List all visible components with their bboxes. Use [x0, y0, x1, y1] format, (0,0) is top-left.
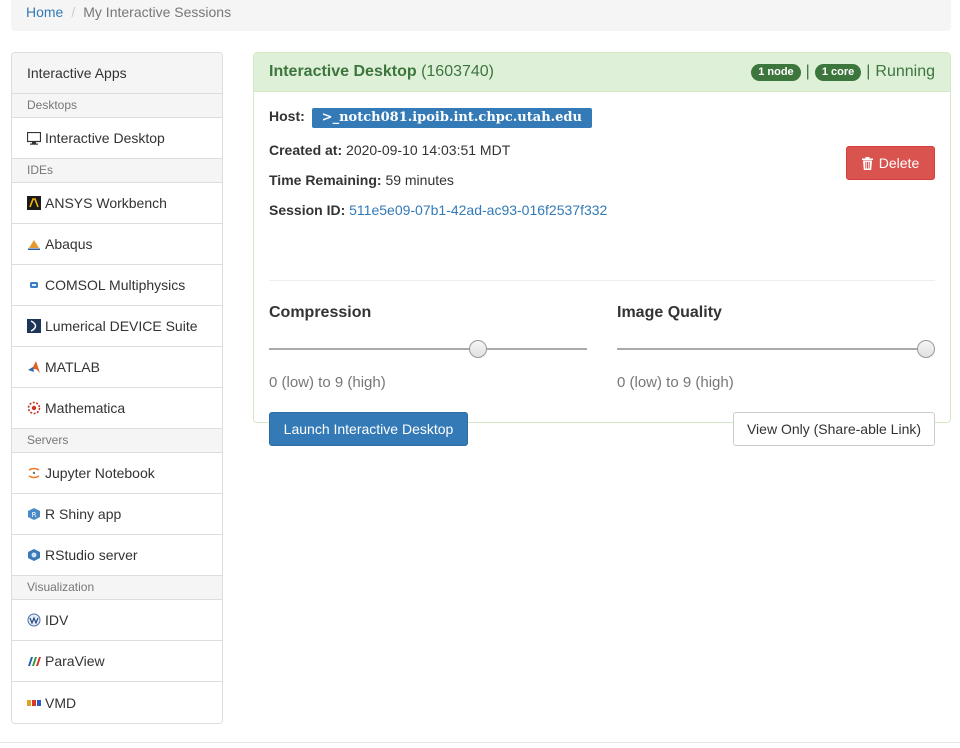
cores-badge: 1 core [814, 63, 862, 81]
compression-slider-handle[interactable] [469, 340, 487, 358]
sidebar-item-paraview[interactable]: ParaView [12, 641, 222, 682]
session-panel: Interactive Desktop (1603740) 1 node | 1… [253, 52, 951, 446]
ansys-icon [27, 196, 41, 210]
sidebar-item-label: RStudio server [45, 547, 138, 563]
created-label: Created at: [269, 142, 343, 158]
matlab-icon [27, 360, 41, 374]
time-remaining-label: Time Remaining: [269, 172, 382, 188]
mathematica-icon [27, 401, 41, 415]
status-separator: | [866, 63, 871, 80]
svg-text:R: R [32, 511, 37, 519]
interactive-apps-sidebar: Interactive Apps Desktops Interactive De… [11, 52, 223, 724]
sidebar-item-label: VMD [45, 694, 77, 711]
delete-button-label: Delete [878, 155, 920, 171]
created-value: 2020-09-10 14:03:51 MDT [346, 142, 511, 158]
sidebar-item-label: Abaqus [45, 236, 93, 252]
lumerical-icon [27, 319, 41, 333]
abaqus-icon [27, 237, 41, 251]
terminal-prompt-icon: >_ [321, 110, 340, 125]
host-value: notch081.ipoib.int.chpc.utah.edu [339, 110, 582, 125]
idv-icon [27, 613, 41, 627]
host-row: Host: >_notch081.ipoib.int.chpc.utah.edu [269, 108, 592, 128]
sidebar-item-mathematica[interactable]: Mathematica [12, 388, 222, 429]
sidebar-heading: Interactive Apps [12, 53, 222, 94]
created-row: Created at: 2020-09-10 14:03:51 MDT [269, 142, 510, 158]
session-app-name: Interactive Desktop [269, 63, 417, 80]
image-quality-slider-handle[interactable] [917, 340, 935, 358]
status-separator: | [805, 63, 810, 80]
sidebar-item-matlab[interactable]: MATLAB [12, 347, 222, 388]
sidebar-item-rstudio-server[interactable]: RStudio server [12, 535, 222, 576]
sidebar-item-label: R Shiny app [45, 506, 122, 522]
sidebar-category-desktops: Desktops [12, 94, 222, 118]
breadcrumb: Home / My Interactive Sessions [11, 0, 951, 31]
sidebar-item-label: Jupyter Notebook [45, 465, 155, 481]
session-id-link[interactable]: 511e5e09-07b1-42ad-ac93-016f2537f332 [349, 202, 607, 218]
image-quality-hint: 0 (low) to 9 (high) [617, 374, 734, 391]
rshiny-icon: R [27, 507, 41, 521]
sidebar-item-r-shiny-app[interactable]: R R Shiny app [12, 494, 222, 535]
session-id-label: Session ID: [269, 202, 346, 218]
host-label: Host: [269, 108, 305, 124]
sidebar-category-ides: IDEs [12, 159, 222, 183]
delete-button[interactable]: Delete [846, 146, 935, 180]
session-job-id: (1603740) [421, 63, 495, 80]
compression-label: Compression [269, 304, 372, 321]
sidebar-category-visualization: Visualization [12, 576, 222, 600]
compression-slider[interactable] [269, 340, 587, 358]
view-only-share-link-button[interactable]: View Only (Share-able Link) [733, 412, 935, 446]
launch-interactive-desktop-button[interactable]: Launch Interactive Desktop [269, 412, 468, 446]
sidebar-item-vmd[interactable]: VMD [12, 682, 222, 723]
breadcrumb-current: My Interactive Sessions [83, 4, 232, 20]
sidebar-item-abaqus[interactable]: Abaqus [12, 224, 222, 265]
comsol-icon [27, 278, 41, 292]
breadcrumb-home-link[interactable]: Home [26, 4, 63, 20]
sidebar-item-label: COMSOL Multiphysics [45, 277, 186, 293]
sidebar-item-label: IDV [45, 612, 69, 628]
status-badge: Running [875, 63, 935, 80]
sidebar-item-interactive-desktop[interactable]: Interactive Desktop [12, 118, 222, 159]
sidebar-item-label: Mathematica [45, 400, 126, 416]
time-remaining-value: 59 minutes [385, 172, 454, 188]
host-link[interactable]: >_notch081.ipoib.int.chpc.utah.edu [311, 108, 592, 128]
trash-icon [861, 156, 873, 170]
session-title: Interactive Desktop (1603740) [269, 63, 494, 81]
sidebar-item-label: Interactive Desktop [45, 130, 165, 146]
time-remaining-row: Time Remaining: 59 minutes [269, 172, 454, 188]
image-quality-label: Image Quality [617, 304, 722, 321]
sidebar-item-comsol-multiphysics[interactable]: COMSOL Multiphysics [12, 265, 222, 306]
sidebar-item-label: Lumerical DEVICE Suite [45, 318, 198, 334]
sidebar-item-ansys-workbench[interactable]: ANSYS Workbench [12, 183, 222, 224]
breadcrumb-separator: / [71, 4, 76, 20]
vmd-icon [27, 696, 41, 710]
session-panel-heading: Interactive Desktop (1603740) 1 node | 1… [254, 53, 950, 92]
sidebar-item-idv[interactable]: IDV [12, 600, 222, 641]
sidebar-category-servers: Servers [12, 429, 222, 453]
session-id-row: Session ID: 511e5e09-07b1-42ad-ac93-016f… [269, 202, 607, 218]
sidebar-item-lumerical-device-suite[interactable]: Lumerical DEVICE Suite [12, 306, 222, 347]
divider [269, 280, 935, 281]
sidebar-item-label: MATLAB [45, 359, 100, 375]
paraview-icon [27, 654, 41, 668]
session-status-group: 1 node | 1 core | Running [751, 63, 935, 81]
footer-divider [0, 742, 960, 743]
nodes-badge: 1 node [751, 63, 801, 81]
sidebar-item-jupyter-notebook[interactable]: Jupyter Notebook [12, 453, 222, 494]
compression-hint: 0 (low) to 9 (high) [269, 374, 386, 391]
jupyter-icon [27, 466, 41, 480]
sidebar-item-label: ParaView [45, 653, 105, 669]
rstudio-icon [27, 548, 41, 562]
image-quality-slider[interactable] [617, 340, 935, 358]
monitor-icon [27, 131, 41, 145]
sidebar-item-label: ANSYS Workbench [45, 195, 167, 211]
